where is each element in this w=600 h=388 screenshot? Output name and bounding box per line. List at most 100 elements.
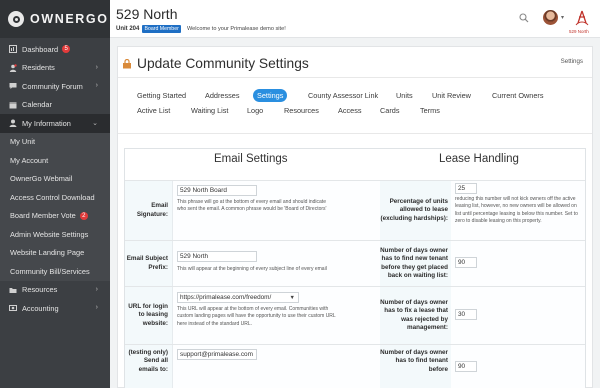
- chevron-down-icon: ⌄: [92, 120, 98, 127]
- sidebar-item-label: My Unit: [10, 137, 36, 147]
- resources-icon: [9, 286, 17, 294]
- settings-row: Email Signature: 529 North Board This ph…: [125, 180, 585, 240]
- field-label: Number of days owner has to find tenant …: [380, 345, 451, 388]
- calendar-icon: [9, 101, 17, 109]
- email-signature-help: This phrase will go at the bottom of eve…: [177, 199, 327, 213]
- sidebar-item-board-member-vote[interactable]: Board Member Vote 2: [0, 206, 110, 225]
- notification-badge: 5: [62, 45, 71, 54]
- top-header: 529 North Unit 204 Board Member Welcome …: [110, 0, 600, 38]
- field-label: (testing only) Send all emails to:: [125, 345, 173, 388]
- lease-handling-heading: Lease Handling: [439, 153, 519, 165]
- tab-county-assessor-link[interactable]: County Assessor Link: [308, 91, 378, 100]
- settings-card: Update Community Settings Settings Getti…: [117, 46, 593, 388]
- sidebar-item-label: Board Member Vote: [10, 211, 76, 221]
- sidebar-item-my-unit[interactable]: My Unit: [0, 132, 110, 151]
- field-label: URL for login to leasing website:: [125, 287, 173, 344]
- chevron-down-icon: ▼: [289, 295, 295, 301]
- chevron-right-icon: ›: [95, 304, 98, 311]
- sidebar-item-webmail[interactable]: OwnerGo Webmail: [0, 169, 110, 188]
- tab-cards[interactable]: Cards: [380, 106, 399, 115]
- notification-badge: 2: [79, 211, 88, 220]
- settings-row: URL for login to leasing website: https:…: [125, 286, 585, 344]
- email-subject-prefix-input[interactable]: 529 North: [177, 251, 257, 262]
- sidebar-item-community-forum[interactable]: Community Forum ›: [0, 77, 110, 96]
- role-badge: Board Member: [142, 25, 182, 33]
- sidebar-item-calendar[interactable]: Calendar: [0, 96, 110, 115]
- search-icon[interactable]: [519, 13, 529, 23]
- app-logo[interactable]: OWNERGO: [0, 0, 110, 38]
- sidebar-item-access-control-download[interactable]: Access Control Download: [0, 188, 110, 207]
- login-url-help: This URL will appear at the bottom of ev…: [177, 306, 336, 327]
- tab-waiting-list[interactable]: Waiting List: [191, 106, 228, 115]
- tab-getting-started[interactable]: Getting Started: [137, 91, 186, 100]
- sidebar-item-label: My Information: [22, 118, 71, 128]
- leasing-percentage-help: reducing this number will not kick owner…: [455, 196, 578, 225]
- tab-settings[interactable]: Settings: [253, 89, 288, 102]
- tab-terms[interactable]: Terms: [420, 106, 440, 115]
- chevron-right-icon: ›: [95, 63, 98, 71]
- email-settings-heading: Email Settings: [214, 153, 288, 165]
- page-title: Update Community Settings: [137, 56, 309, 71]
- days-fix-lease-input[interactable]: 30: [455, 309, 477, 320]
- tab-addresses[interactable]: Addresses: [205, 91, 239, 100]
- login-url-select[interactable]: https://primalease.com/freedom/ ▼: [177, 292, 299, 303]
- logo-mark-icon: [8, 11, 24, 27]
- sidebar-item-label: My Account: [10, 155, 49, 165]
- unit-label: Unit 204: [116, 25, 140, 32]
- sidebar-item-label: Website Landing Page: [10, 248, 85, 258]
- user-avatar[interactable]: [543, 10, 558, 25]
- test-email-input[interactable]: support@primalease.com: [177, 349, 257, 360]
- tab-active-list[interactable]: Active List: [137, 106, 170, 115]
- email-signature-input[interactable]: 529 North Board: [177, 185, 257, 196]
- tab-current-owners[interactable]: Current Owners: [492, 91, 544, 100]
- sidebar-item-label: Community Bill/Services: [10, 266, 90, 276]
- tab-access[interactable]: Access: [338, 106, 362, 115]
- tab-unit-review[interactable]: Unit Review: [432, 91, 471, 100]
- chevron-down-icon[interactable]: ▾: [561, 14, 564, 21]
- field-label: Number of days owner has to fix a lease …: [380, 287, 451, 344]
- community-logo-label: 529 North: [569, 29, 589, 34]
- sidebar-item-label: Community Forum: [22, 81, 83, 91]
- settings-row: Email Subject Prefix: 529 North This wil…: [125, 240, 585, 286]
- sidebar-item-label: Residents: [22, 63, 55, 73]
- divider: [118, 133, 592, 134]
- sidebar-item-community-bill-services[interactable]: Community Bill/Services: [0, 262, 110, 281]
- sidebar-item-label: Calendar: [22, 100, 52, 110]
- logo-text: OWNERGO: [30, 12, 109, 26]
- sidebar-item-my-account[interactable]: My Account: [0, 151, 110, 170]
- property-name: 529 North: [116, 6, 178, 22]
- settings-row: (testing only) Send all emails to: suppo…: [125, 344, 585, 388]
- page-header: Update Community Settings: [122, 56, 309, 71]
- forum-icon: [9, 82, 17, 90]
- sidebar-item-resources[interactable]: Resources ›: [0, 281, 110, 300]
- accounting-icon: [9, 304, 17, 312]
- sidebar-item-label: Resources: [22, 285, 58, 295]
- sidebar: OWNERGO Dashboard 5 Residents › Communit…: [0, 0, 110, 388]
- user-icon: [9, 119, 17, 128]
- sidebar-item-my-information[interactable]: My Information ⌄: [0, 114, 110, 133]
- settings-page-icon: [122, 58, 132, 69]
- days-find-tenant-before-input[interactable]: 90: [455, 361, 477, 372]
- sidebar-item-residents[interactable]: Residents ›: [0, 59, 110, 78]
- community-logo: [571, 9, 593, 31]
- field-label: Number of days owner has to find new ten…: [380, 241, 451, 286]
- leasing-percentage-input[interactable]: 25: [455, 183, 477, 194]
- sidebar-item-label: Accounting: [22, 303, 59, 313]
- tab-resources[interactable]: Resources: [284, 106, 319, 115]
- sidebar-item-label: Admin Website Settings: [10, 229, 89, 239]
- dashboard-icon: [9, 45, 17, 54]
- days-find-tenant-input[interactable]: 90: [455, 257, 477, 268]
- sidebar-item-admin-website-settings[interactable]: Admin Website Settings: [0, 225, 110, 244]
- tab-units[interactable]: Units: [396, 91, 413, 100]
- sidebar-item-accounting[interactable]: Accounting ›: [0, 299, 110, 318]
- residents-icon: [9, 64, 17, 72]
- sidebar-item-website-landing-page[interactable]: Website Landing Page: [0, 243, 110, 262]
- sidebar-item-dashboard[interactable]: Dashboard 5: [0, 40, 110, 59]
- email-subject-prefix-help: This will appear at the beginning of eve…: [177, 266, 327, 272]
- chevron-right-icon: ›: [95, 82, 98, 89]
- breadcrumb[interactable]: Settings: [561, 58, 583, 65]
- divider: [118, 77, 592, 78]
- field-label: Email Subject Prefix:: [125, 241, 173, 286]
- tab-logo[interactable]: Logo: [247, 106, 263, 115]
- welcome-message: Welcome to your Primalease demo site!: [187, 26, 286, 32]
